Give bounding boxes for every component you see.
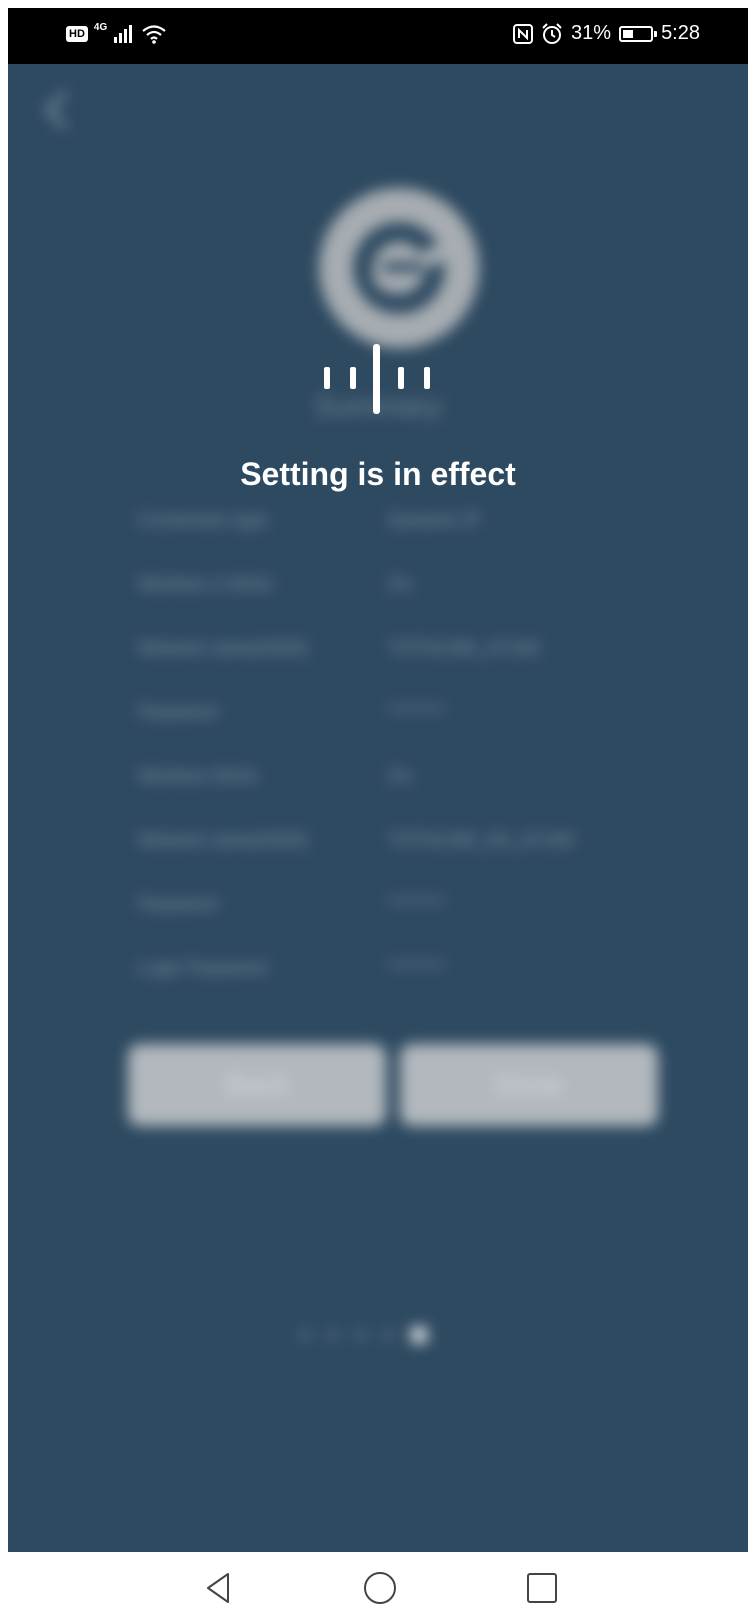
status-left-group: HD 4G xyxy=(66,21,167,44)
network-type-label: 4G xyxy=(93,21,108,33)
app-screen: Summary Connection type Dynamic IP Wirel… xyxy=(8,64,748,1552)
loading-message: Setting is in effect xyxy=(240,456,516,492)
loading-bars-icon xyxy=(324,344,430,414)
alarm-icon xyxy=(542,22,562,44)
battery-percent: 31% xyxy=(571,22,612,44)
status-right-group: 31% 5:28 xyxy=(513,22,700,45)
wifi-icon xyxy=(142,25,166,44)
nfc-icon xyxy=(513,23,534,44)
hd-badge: HD xyxy=(66,26,88,42)
system-nav-bar xyxy=(0,1552,748,1622)
square-recents-icon[interactable] xyxy=(524,1570,560,1606)
triangle-back-icon[interactable] xyxy=(200,1570,236,1606)
signal-icon xyxy=(114,25,133,43)
status-time: 5:28 xyxy=(661,22,700,44)
loading-overlay: Setting is in effect xyxy=(8,64,748,1552)
circle-home-icon[interactable] xyxy=(362,1570,398,1606)
status-bar: HD 4G 31% 5:28 xyxy=(8,8,748,64)
battery-charging-icon xyxy=(619,25,658,42)
